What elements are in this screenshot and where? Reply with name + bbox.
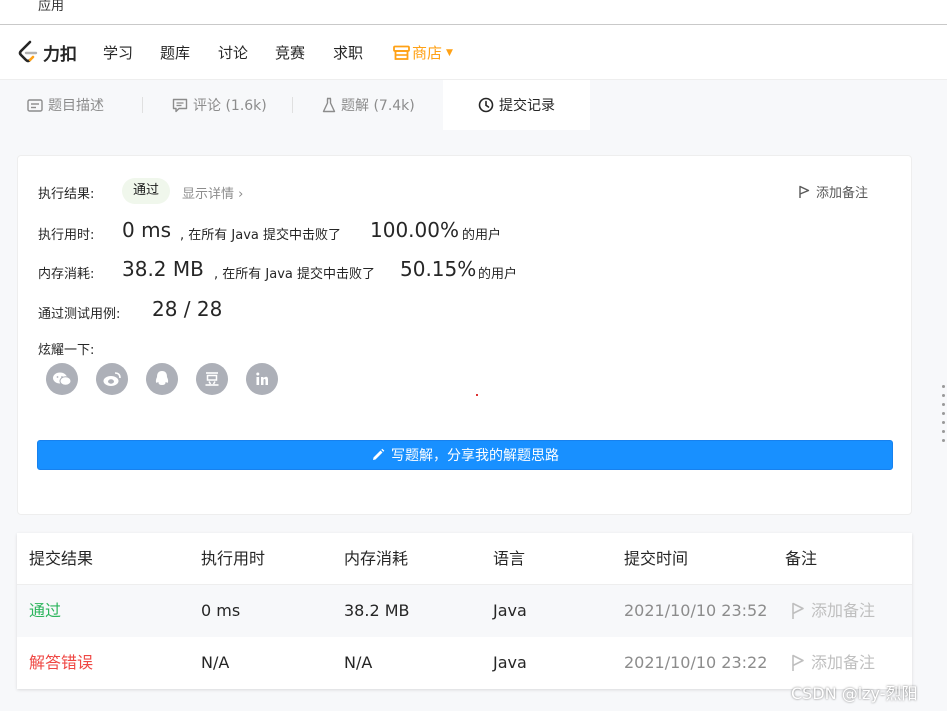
leetcode-logo[interactable]: 力扣	[17, 39, 77, 65]
flag-icon	[799, 185, 810, 198]
testcases-value: 28 / 28	[152, 297, 223, 321]
write-solution-label: 写题解，分享我的解题思路	[391, 448, 559, 464]
nav-item-problems[interactable]: 题库	[160, 42, 190, 63]
write-solution-button[interactable]: 写题解，分享我的解题思路	[37, 440, 893, 470]
row-language: Java	[493, 601, 527, 620]
table-row[interactable]: 通过 0 ms 38.2 MB Java 2021/10/10 23:52 添加…	[17, 585, 912, 637]
row-status[interactable]: 通过	[29, 585, 61, 637]
nav-item-discuss[interactable]: 讨论	[218, 42, 248, 63]
wechat-icon[interactable]	[46, 363, 78, 395]
row-status[interactable]: 解答错误	[29, 637, 93, 689]
row-runtime: 0 ms	[201, 601, 241, 620]
douban-icon[interactable]	[196, 363, 228, 395]
row-note-label: 添加备注	[811, 601, 876, 620]
tab-solutions[interactable]: 题解 (7.4k)	[322, 80, 415, 130]
header-note: 备注	[785, 549, 818, 568]
nav-item-learn[interactable]: 学习	[103, 42, 133, 63]
linkedin-icon[interactable]	[246, 363, 278, 395]
submission-result-card: 执行结果: 通过 显示详情 › 添加备注 执行用时: 0 ms , 在所有 Ja…	[17, 155, 912, 515]
header-submit-time: 提交时间	[624, 549, 689, 568]
runtime-text: , 在所有 Java 提交中击败了	[180, 228, 341, 243]
row-submit-time: 2021/10/10 23:22	[624, 653, 768, 672]
store-label: 商店	[412, 44, 443, 62]
testcases-label: 通过测试用例:	[38, 307, 121, 322]
runtime-value: 0 ms	[122, 218, 171, 242]
description-icon	[27, 98, 43, 112]
nav-item-jobs[interactable]: 求职	[333, 42, 363, 63]
chevron-down-icon: ▼	[446, 47, 453, 58]
store-icon	[393, 45, 410, 60]
bookmarks-bar: 应用	[0, 0, 947, 25]
status-badge: 通过	[122, 178, 171, 204]
row-runtime: N/A	[201, 653, 230, 672]
tab-comments[interactable]: 评论 (1.6k)	[172, 80, 267, 130]
flag-icon	[792, 654, 804, 671]
memory-text: , 在所有 Java 提交中击败了	[214, 267, 375, 282]
problem-tabs: 题目描述 评论 (1.6k) 题解 (7.4k) 提交记录	[0, 80, 947, 130]
add-note-button[interactable]: 添加备注	[798, 182, 868, 201]
runtime-label: 执行用时:	[38, 228, 95, 243]
tab-description[interactable]: 题目描述	[27, 80, 104, 130]
runtime-tail: 的用户	[462, 228, 502, 243]
tab-solutions-label: 题解 (7.4k)	[341, 98, 415, 114]
row-add-note-button[interactable]: 添加备注	[791, 585, 875, 637]
result-label: 执行结果:	[38, 187, 95, 202]
runtime-percent: 100.00%	[370, 218, 459, 242]
row-memory: 38.2 MB	[344, 601, 410, 620]
pencil-icon	[373, 448, 385, 460]
row-submit-time: 2021/10/10 23:52	[624, 601, 768, 620]
stray-dot	[476, 394, 478, 396]
header-memory: 内存消耗	[344, 549, 409, 568]
header-runtime: 执行用时	[201, 549, 266, 568]
header-status: 提交结果	[29, 549, 94, 568]
nav-item-store[interactable]: 商店 ▼	[393, 42, 453, 63]
memory-value: 38.2 MB	[122, 257, 204, 281]
tab-divider	[292, 97, 293, 113]
memory-label: 内存消耗:	[38, 267, 95, 282]
watermark: CSDN @lzy-烈阳	[791, 684, 918, 703]
tab-submissions-label: 提交记录	[499, 98, 555, 114]
tab-description-label: 题目描述	[48, 98, 104, 114]
memory-tail: 的用户	[478, 267, 518, 282]
table-row[interactable]: 解答错误 N/A N/A Java 2021/10/10 23:22 添加备注	[17, 637, 912, 689]
leetcode-logo-icon	[18, 40, 38, 63]
weibo-icon[interactable]	[96, 363, 128, 395]
row-memory: N/A	[344, 653, 373, 672]
share-label: 炫耀一下:	[38, 343, 95, 358]
flag-icon	[792, 602, 804, 619]
memory-percent: 50.15%	[400, 257, 477, 281]
tab-submissions[interactable]: 提交记录	[443, 80, 590, 130]
tab-comments-label: 评论 (1.6k)	[193, 98, 267, 114]
table-header: 提交结果 执行用时 内存消耗 语言 提交时间 备注	[17, 533, 912, 585]
logo-text: 力扣	[43, 44, 77, 65]
qq-icon[interactable]	[146, 363, 178, 395]
add-note-label: 添加备注	[816, 186, 869, 201]
header-language: 语言	[493, 549, 526, 568]
show-details-link[interactable]: 显示详情 ›	[182, 183, 243, 202]
apps-grid-icon[interactable]	[12, 0, 26, 8]
flask-icon	[322, 97, 336, 113]
comment-icon	[172, 98, 188, 112]
tab-divider	[142, 97, 143, 113]
share-icons	[46, 363, 296, 395]
row-language: Java	[493, 653, 527, 672]
apps-label[interactable]: 应用	[38, 0, 64, 14]
nav-item-contest[interactable]: 竞赛	[275, 42, 305, 63]
clock-icon	[478, 97, 494, 113]
resize-handle[interactable]	[942, 385, 945, 448]
top-navbar: 力扣 学习 题库 讨论 竞赛 求职 商店 ▼	[0, 25, 947, 80]
submissions-table: 提交结果 执行用时 内存消耗 语言 提交时间 备注 通过 0 ms 38.2 M…	[17, 533, 912, 689]
